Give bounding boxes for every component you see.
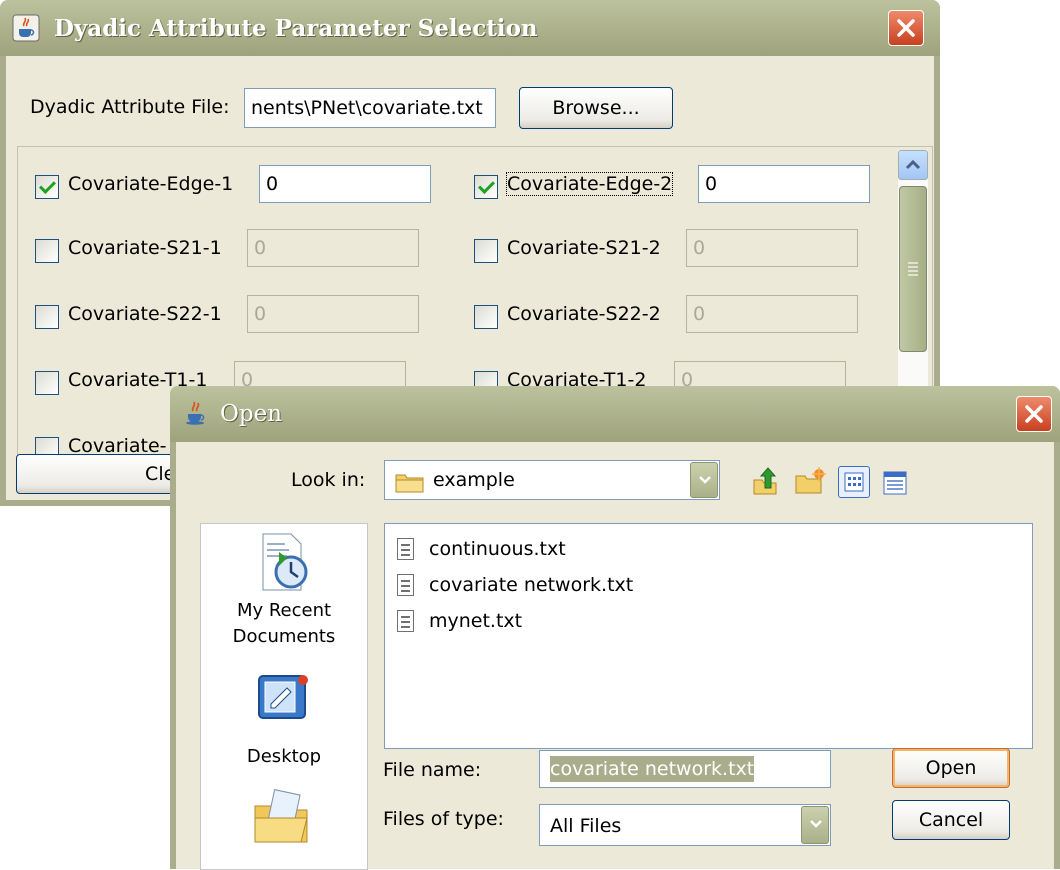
covariate-edge-1-input[interactable]: 0 bbox=[259, 165, 431, 203]
covariate-edge-1-checkbox[interactable] bbox=[35, 175, 59, 199]
dyadic-file-field[interactable]: nents\PNet\covariate.txt bbox=[244, 88, 496, 128]
file-name: continuous.txt bbox=[429, 538, 566, 560]
open-button[interactable]: Open bbox=[892, 748, 1010, 788]
chevron-up-icon bbox=[905, 159, 921, 170]
file-name: mynet.txt bbox=[429, 610, 523, 632]
covariate-s21-2-checkbox[interactable] bbox=[474, 239, 498, 263]
place-label-line2: Documents bbox=[232, 626, 336, 647]
new-folder-icon[interactable] bbox=[794, 466, 826, 496]
covariate-s22-2-label: Covariate-S22-2 bbox=[507, 303, 661, 325]
dropdown-button[interactable] bbox=[801, 806, 829, 844]
my-documents-folder-icon bbox=[254, 789, 308, 843]
desktop-icon bbox=[258, 675, 308, 719]
open-dialog: Open Look in: example My Recent Document… bbox=[170, 386, 1060, 870]
file-list[interactable]: continuous.txt covariate network.txt myn… bbox=[384, 523, 1033, 749]
covariate-edge-2-checkbox[interactable] bbox=[474, 175, 498, 199]
covariate-edge-1-label: Covariate-Edge-1 bbox=[68, 173, 234, 195]
covariate-s22-1-checkbox[interactable] bbox=[35, 305, 59, 329]
file-name-input[interactable]: covariate network.txt bbox=[539, 750, 831, 788]
java-cup-icon bbox=[12, 14, 40, 42]
place-recent-documents[interactable]: My Recent Documents bbox=[201, 524, 367, 674]
text-file-icon bbox=[397, 574, 414, 596]
look-in-value: example bbox=[433, 469, 515, 491]
covariate-s22-2-input: 0 bbox=[686, 295, 858, 333]
files-of-type-label: Files of type: bbox=[383, 808, 504, 830]
covariate-s21-1-label: Covariate-S21-1 bbox=[68, 237, 222, 259]
scroll-up-button[interactable] bbox=[898, 150, 928, 180]
covariate-s22-1-label: Covariate-S22-1 bbox=[68, 303, 222, 325]
close-button[interactable] bbox=[1016, 396, 1052, 432]
file-name: covariate network.txt bbox=[429, 574, 634, 596]
files-of-type-combo[interactable]: All Files bbox=[539, 804, 831, 846]
file-name-label: File name: bbox=[383, 759, 482, 781]
folder-icon bbox=[395, 474, 424, 493]
details-view-icon[interactable] bbox=[883, 471, 907, 495]
recent-documents-icon bbox=[262, 533, 308, 591]
grip-icon bbox=[908, 262, 918, 276]
dropdown-button[interactable] bbox=[690, 462, 718, 498]
close-button[interactable] bbox=[888, 10, 924, 46]
covariate-s21-2-input: 0 bbox=[686, 229, 858, 267]
covariate-s21-1-input: 0 bbox=[247, 229, 419, 267]
look-in-combo[interactable]: example bbox=[384, 460, 720, 500]
up-one-level-icon[interactable] bbox=[750, 466, 780, 496]
dyadic-file-label: Dyadic Attribute File: bbox=[30, 96, 230, 118]
place-my-documents[interactable] bbox=[201, 780, 367, 869]
dialog-title: Open bbox=[220, 401, 283, 427]
java-cup-icon bbox=[186, 401, 205, 425]
list-view-button[interactable] bbox=[838, 466, 870, 498]
covariate-s21-2-label: Covariate-S21-2 bbox=[507, 237, 661, 259]
covariate-s22-2-checkbox[interactable] bbox=[474, 305, 498, 329]
covariate-edge-2-label: Covariate-Edge-2 bbox=[505, 172, 674, 196]
text-file-icon bbox=[397, 538, 414, 560]
title-bar[interactable]: Open bbox=[170, 386, 1060, 442]
covariate-s21-1-checkbox[interactable] bbox=[35, 239, 59, 263]
look-in-label: Look in: bbox=[291, 469, 366, 491]
chevron-down-icon bbox=[699, 476, 711, 484]
place-label: Desktop bbox=[246, 746, 322, 767]
file-name-selection: covariate network.txt bbox=[550, 756, 755, 782]
place-desktop[interactable]: Desktop bbox=[201, 664, 367, 794]
covariate-s22-1-input: 0 bbox=[247, 295, 419, 333]
files-of-type-value: All Files bbox=[550, 815, 622, 837]
cancel-button[interactable]: Cancel bbox=[892, 800, 1010, 840]
close-icon bbox=[1025, 405, 1043, 423]
chevron-down-icon bbox=[810, 820, 822, 828]
close-icon bbox=[897, 19, 915, 37]
text-file-icon bbox=[397, 610, 414, 632]
dialog-title: Dyadic Attribute Parameter Selection bbox=[54, 15, 538, 42]
places-bar: My Recent Documents Desktop bbox=[200, 523, 368, 870]
list-view-icon bbox=[844, 472, 864, 492]
scroll-thumb[interactable] bbox=[899, 186, 927, 352]
browse-button[interactable]: Browse... bbox=[519, 87, 673, 129]
title-bar[interactable]: Dyadic Attribute Parameter Selection bbox=[0, 0, 940, 56]
covariate-t1-1-checkbox[interactable] bbox=[35, 371, 59, 395]
place-label-line1: My Recent bbox=[236, 600, 332, 621]
covariate-edge-2-input[interactable]: 0 bbox=[698, 165, 870, 203]
